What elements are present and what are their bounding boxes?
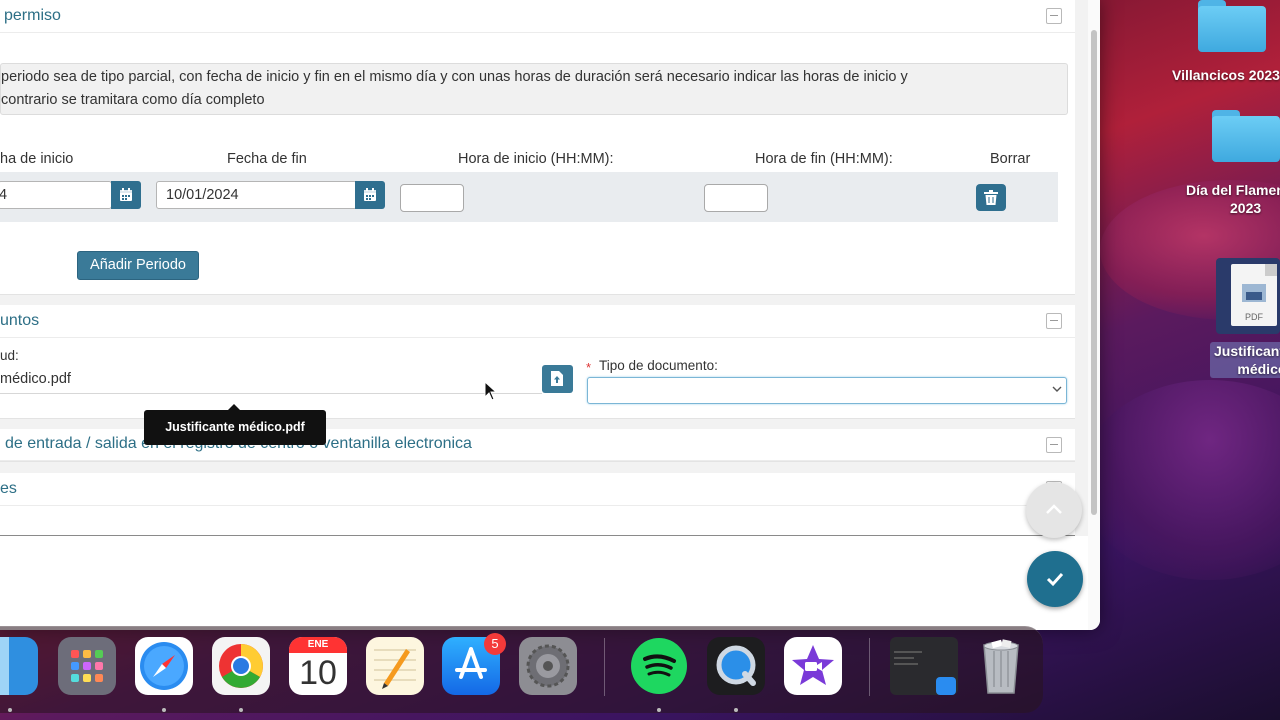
required-mark: *	[586, 360, 592, 375]
column-header-start-time: Hora de inicio (HH:MM):	[458, 151, 614, 167]
collapse-icon[interactable]	[1046, 8, 1062, 24]
add-period-button[interactable]: Añadir Periodo	[77, 251, 199, 280]
column-header-end-date: Fecha de fin	[227, 151, 307, 167]
submit-button[interactable]	[1027, 551, 1083, 607]
panel-title: es	[0, 480, 17, 497]
periods-panel: permiso periodo sea de tipo parcial, con…	[0, 0, 1075, 295]
start-date-input[interactable]: 4	[0, 181, 112, 209]
column-header-delete: Borrar	[990, 151, 1031, 167]
calendar-icon[interactable]: ENE 10	[289, 637, 347, 695]
panel-title: permiso	[4, 7, 61, 24]
scroll-to-top-button[interactable]	[1026, 482, 1082, 538]
quicktime-icon[interactable]	[707, 637, 765, 695]
pages-icon[interactable]	[366, 637, 424, 695]
collapse-icon[interactable]	[1046, 313, 1062, 329]
recent-window-thumbnail[interactable]	[890, 637, 958, 695]
document-type-select[interactable]	[587, 377, 1067, 404]
app-store-badge: 5	[484, 633, 506, 655]
safari-icon[interactable]	[135, 637, 193, 695]
info-message: periodo sea de tipo parcial, con fecha d…	[0, 63, 1068, 115]
spotify-icon[interactable]	[630, 637, 688, 695]
imovie-icon[interactable]	[784, 637, 842, 695]
chevron-up-icon	[1046, 504, 1062, 514]
check-icon	[1046, 572, 1064, 587]
panel-header[interactable]: untos	[0, 305, 1075, 338]
file-upload-icon	[551, 371, 563, 386]
scrollbar-thumb[interactable]	[1091, 30, 1097, 515]
notes-panel: es	[0, 473, 1075, 536]
vertical-scrollbar[interactable]	[1088, 0, 1100, 630]
calendar-icon	[364, 188, 376, 201]
mouse-cursor	[484, 381, 498, 401]
finder-icon[interactable]	[0, 637, 38, 695]
panel-header[interactable]: permiso	[0, 0, 1075, 33]
column-header-end-time: Hora de fin (HH:MM):	[755, 151, 893, 167]
column-header-start-date: ha de inicio	[0, 151, 74, 167]
file-tooltip: Justificante médico.pdf	[144, 404, 326, 445]
desktop-item-villancicos[interactable]: Villancicos 2023	[1172, 66, 1280, 84]
file-label: ud:	[0, 348, 19, 363]
chevron-down-icon	[1052, 386, 1062, 392]
trash-icon[interactable]	[972, 637, 1030, 695]
calendar-icon	[120, 188, 132, 201]
browser-window: permiso periodo sea de tipo parcial, con…	[0, 0, 1100, 630]
collapse-icon[interactable]	[1046, 437, 1062, 453]
system-settings-icon[interactable]	[519, 637, 577, 695]
chrome-icon[interactable]	[212, 637, 270, 695]
file-name-input[interactable]: médico.pdf	[0, 365, 542, 394]
pdf-file-icon[interactable]: PDF	[1231, 264, 1277, 326]
end-date-calendar-button[interactable]	[355, 181, 385, 209]
page-content: permiso periodo sea de tipo parcial, con…	[0, 0, 1088, 630]
period-row: 4 10/01/2024	[0, 172, 1058, 222]
doc-type-label: Tipo de documento:	[599, 358, 718, 373]
folder-icon[interactable]	[1212, 110, 1280, 162]
desktop-item-justificante[interactable]: Justificante médico	[1210, 342, 1280, 378]
start-date-calendar-button[interactable]	[111, 181, 141, 209]
gear-icon	[526, 644, 570, 688]
upload-file-button[interactable]	[542, 365, 573, 393]
delete-period-button[interactable]	[976, 184, 1006, 211]
end-time-input[interactable]	[704, 184, 768, 212]
end-date-input[interactable]: 10/01/2024	[156, 181, 357, 209]
start-time-input[interactable]	[400, 184, 464, 212]
folder-icon[interactable]	[1198, 0, 1266, 52]
trash-icon	[984, 190, 998, 205]
panel-header[interactable]: es	[0, 473, 1075, 506]
desktop-item-flamenco[interactable]: Día del Flamenco 2023	[1186, 181, 1280, 217]
panel-title: untos	[0, 312, 40, 329]
launchpad-icon[interactable]	[58, 637, 116, 695]
